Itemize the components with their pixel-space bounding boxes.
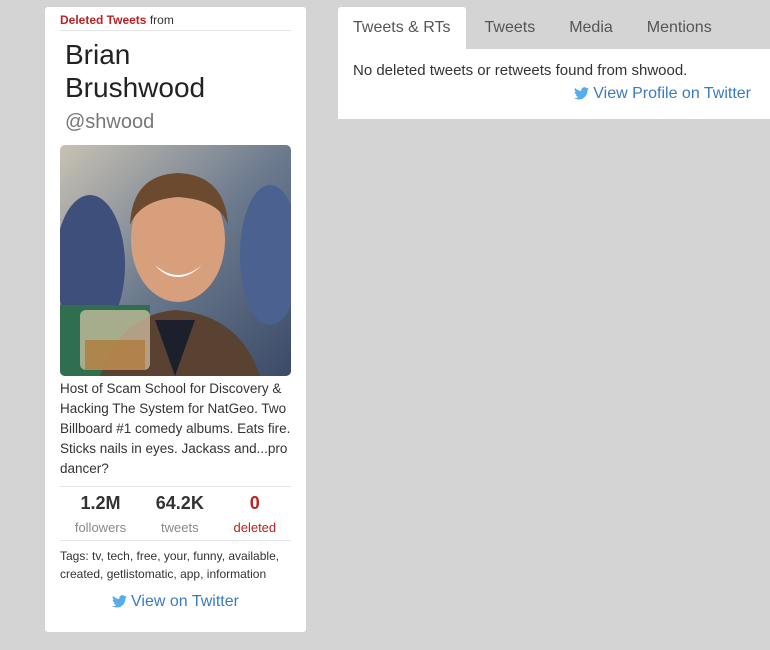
view-on-twitter-label: View on Twitter xyxy=(131,593,239,610)
empty-message: No deleted tweets or retweets found from… xyxy=(353,62,688,79)
tweets-label: tweets xyxy=(161,520,199,535)
tag[interactable]: free xyxy=(137,549,158,563)
view-profile-label: View Profile on Twitter xyxy=(593,85,751,102)
tag[interactable]: tech xyxy=(107,549,130,563)
profile-card: Deleted Tweets from Brian Brushwood @shw… xyxy=(45,7,306,632)
view-profile-link[interactable]: View Profile on Twitter xyxy=(353,85,755,103)
deleted-stat: 0 deleted xyxy=(233,492,276,535)
tag[interactable]: funny xyxy=(193,549,221,563)
followers-label: followers xyxy=(74,520,127,535)
tab-media[interactable]: Media xyxy=(554,7,628,49)
deleted-count: 0 xyxy=(249,493,260,513)
tag[interactable]: available xyxy=(228,549,275,563)
from-label: from xyxy=(149,13,174,27)
tab-bar: Tweets & RTs Tweets Media Mentions xyxy=(338,7,770,49)
deleted-tweets-heading: Deleted Tweets from xyxy=(60,7,291,31)
tag[interactable]: information xyxy=(207,567,266,581)
tag[interactable]: created xyxy=(60,567,100,581)
deleted-label: deleted xyxy=(233,520,277,535)
profile-stats: 1.2M followers 64.2K tweets 0 deleted xyxy=(60,486,291,541)
tag[interactable]: your xyxy=(164,549,187,563)
tab-content: No deleted tweets or retweets found from… xyxy=(338,49,770,119)
deleted-tweets-label: Deleted Tweets xyxy=(60,13,147,27)
followers-stat: 1.2M followers xyxy=(75,492,126,535)
profile-handle: @shwood xyxy=(65,111,155,133)
profile-photo xyxy=(60,145,291,376)
tag[interactable]: tv xyxy=(92,549,100,563)
tag[interactable]: getlistomatic xyxy=(107,567,174,581)
profile-bio: Host of Scam School for Discovery & Hack… xyxy=(60,381,291,476)
twitter-bird-icon xyxy=(112,595,128,608)
followers-count: 1.2M xyxy=(80,493,121,513)
tags-list: Tags: tv, tech, free, your, funny, avail… xyxy=(60,549,280,581)
tweets-count: 64.2K xyxy=(155,493,204,513)
view-on-twitter-link[interactable]: View on Twitter xyxy=(60,593,291,611)
profile-name-line1: Brian xyxy=(65,39,131,70)
tweets-stat: 64.2K tweets xyxy=(156,492,204,535)
tab-tweets[interactable]: Tweets xyxy=(470,7,551,49)
tab-mentions[interactable]: Mentions xyxy=(632,7,727,49)
profile-name: Brian Brushwood xyxy=(60,38,291,104)
tags-label: Tags: xyxy=(60,549,89,563)
tabs-panel: Tweets & RTs Tweets Media Mentions No de… xyxy=(338,7,770,119)
tag[interactable]: app xyxy=(180,567,200,581)
profile-name-line2: Brushwood xyxy=(65,72,206,103)
twitter-bird-icon xyxy=(574,87,590,100)
tab-tweets-rts[interactable]: Tweets & RTs xyxy=(338,7,466,49)
